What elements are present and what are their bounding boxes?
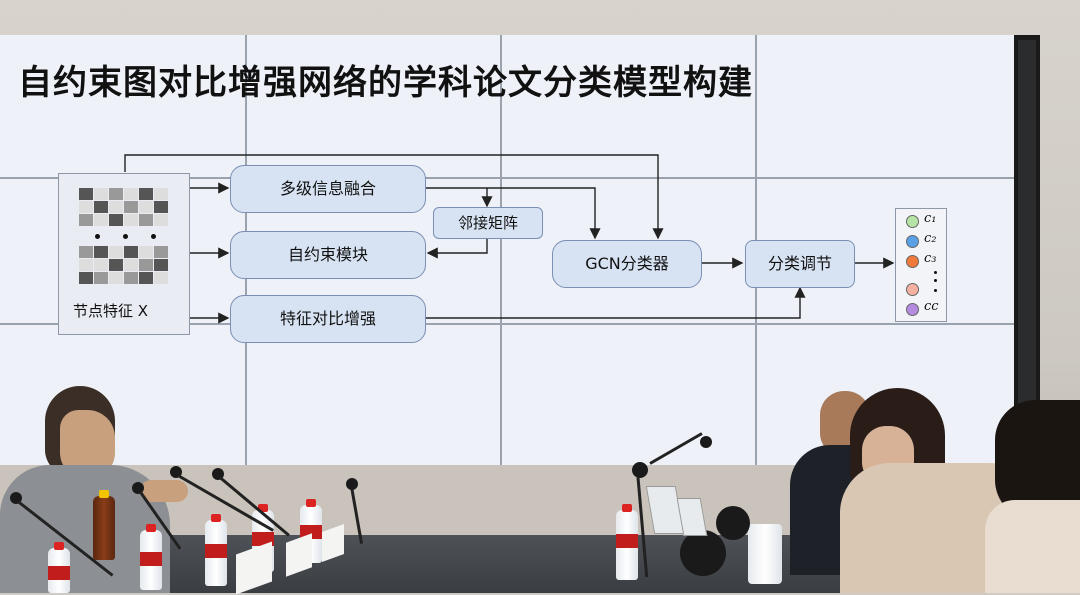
water-bottle [140, 524, 162, 590]
microphone [632, 462, 648, 478]
class-dot-1 [906, 215, 919, 228]
microphone [680, 530, 726, 576]
ellipsis-dot [934, 279, 937, 282]
class-label-3: c₃ [924, 251, 937, 266]
node-feature-label: 节点特征 X [73, 302, 149, 320]
microphone [716, 506, 750, 540]
speaker-left [0, 380, 200, 593]
ellipsis-dot [934, 271, 937, 274]
feature-matrix-top [79, 188, 168, 226]
ellipsis-dot [934, 289, 937, 292]
class-dot-2 [906, 235, 919, 248]
box-self-constraint: 自约束模块 [230, 231, 426, 279]
microphone [700, 436, 712, 448]
water-bottle [616, 504, 638, 580]
water-bottle [205, 514, 227, 586]
box-adjacency-matrix: 邻接矩阵 [433, 207, 543, 239]
class-label-2: c₂ [924, 231, 937, 246]
class-label-c: cc [924, 299, 939, 314]
attendee-edge [985, 400, 1080, 593]
ellipsis-dot [95, 234, 100, 239]
display-bezel-inner [1018, 40, 1036, 420]
class-dot-3 [906, 255, 919, 268]
class-dot-c [906, 303, 919, 316]
ellipsis-dot [151, 234, 156, 239]
class-dot-4 [906, 283, 919, 296]
box-gcn-classifier: GCN分类器 [552, 240, 702, 288]
class-label-1: c₁ [924, 211, 937, 226]
water-glass [748, 524, 782, 584]
microphone [346, 478, 358, 490]
class-output-panel: c₁ c₂ c₃ cc [895, 208, 947, 322]
box-feature-contrast: 特征对比增强 [230, 295, 426, 343]
node-feature-panel: 节点特征 X [58, 173, 190, 335]
tea-bottle [93, 490, 115, 560]
box-multilevel-fusion: 多级信息融合 [230, 165, 426, 213]
feature-matrix-bottom [79, 246, 168, 284]
ellipsis-dot [123, 234, 128, 239]
water-bottle [48, 542, 70, 593]
box-class-adjust: 分类调节 [745, 240, 855, 288]
